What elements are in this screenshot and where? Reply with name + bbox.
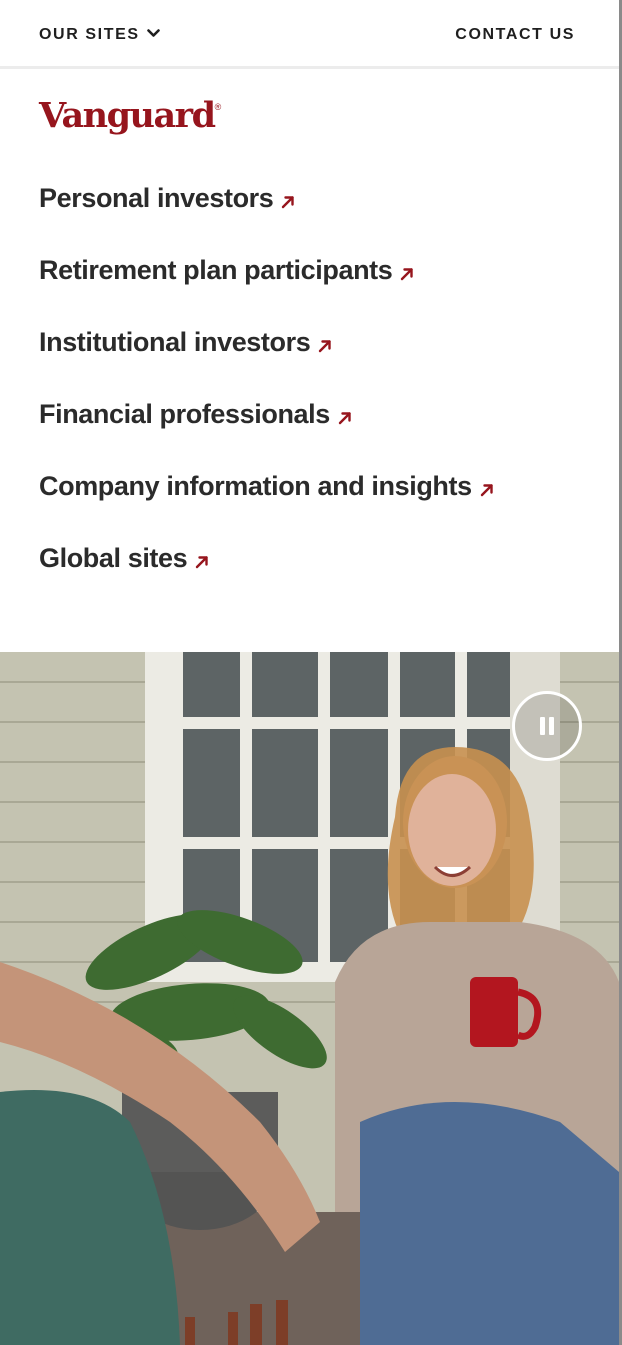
list-item: Retirement plan participants <box>39 252 494 324</box>
contact-us-link[interactable]: CONTACT US <box>455 26 575 44</box>
vanguard-logo[interactable]: Vanguard® <box>39 98 221 133</box>
link-label: Financial professionals <box>39 399 330 429</box>
page: OUR SITES CONTACT US Vanguard® Personal … <box>0 0 622 1345</box>
our-sites-dropdown[interactable]: OUR SITES <box>39 26 160 44</box>
external-arrow-icon <box>282 196 295 209</box>
registered-mark: ® <box>214 102 222 112</box>
pause-icon <box>540 717 554 735</box>
hero-image <box>0 652 619 1345</box>
link-label: Institutional investors <box>39 327 311 357</box>
list-item: Financial professionals <box>39 396 494 468</box>
chevron-down-icon <box>146 29 160 37</box>
pause-button[interactable] <box>512 691 582 761</box>
external-arrow-icon <box>196 556 208 569</box>
link-label: Personal investors <box>39 183 274 213</box>
external-arrow-icon <box>480 484 493 497</box>
list-item: Company information and insights <box>39 468 494 540</box>
list-item: Institutional investors <box>39 324 494 396</box>
link-label: Global sites <box>39 543 188 573</box>
personal-investors-link[interactable]: Personal investors <box>39 180 295 216</box>
external-arrow-icon <box>319 340 332 353</box>
company-information-link[interactable]: Company information and insights <box>39 468 494 504</box>
logo-text: Vanguard <box>39 95 216 136</box>
link-label: Retirement plan participants <box>39 255 393 285</box>
external-arrow-icon <box>401 268 414 281</box>
list-item: Global sites <box>39 540 494 612</box>
utility-bar: OUR SITES CONTACT US <box>0 0 619 69</box>
porch-scene-illustration <box>0 652 619 1345</box>
link-label: Company information and insights <box>39 471 472 501</box>
retirement-plan-participants-link[interactable]: Retirement plan participants <box>39 252 414 288</box>
list-item: Personal investors <box>39 180 494 252</box>
financial-professionals-link[interactable]: Financial professionals <box>39 396 352 432</box>
institutional-investors-link[interactable]: Institutional investors <box>39 324 332 360</box>
global-sites-link[interactable]: Global sites <box>39 540 209 576</box>
external-arrow-icon <box>338 412 351 425</box>
our-sites-label: OUR SITES <box>39 26 140 43</box>
site-list: Personal investors Retirement plan parti… <box>39 180 494 612</box>
